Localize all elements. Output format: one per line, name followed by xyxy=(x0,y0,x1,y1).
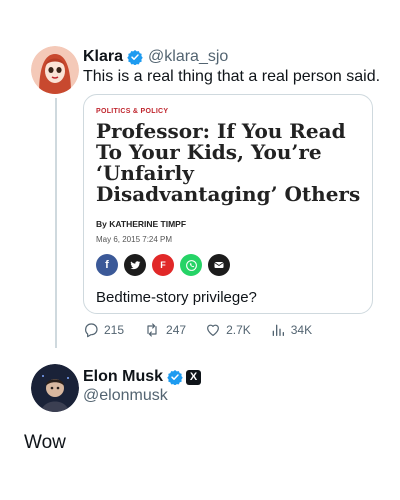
article-caption: Bedtime-story privilege? xyxy=(96,289,257,306)
email-icon xyxy=(208,254,230,276)
elon-avatar[interactable] xyxy=(31,364,79,412)
author-handle[interactable]: @klara_sjo xyxy=(148,48,228,66)
author-handle[interactable]: @elonmusk xyxy=(83,387,168,405)
tweet-action-bar: 215 247 2.7K 34K xyxy=(83,322,331,338)
reply-icon xyxy=(85,323,98,338)
tweet-text: Wow xyxy=(24,432,66,453)
article-date: May 6, 2015 7:24 PM xyxy=(96,235,173,244)
author-name[interactable]: Klara xyxy=(83,48,123,66)
klara-avatar[interactable] xyxy=(31,46,79,94)
tweet2-header: Elon Musk X xyxy=(83,367,202,387)
verified-badge-icon xyxy=(127,49,143,65)
article-category: POLITICS & POLICY xyxy=(96,108,169,115)
reply-count: 215 xyxy=(104,323,125,337)
views-chart-icon xyxy=(272,324,284,336)
article-headline: Professor: If You Read To Your Kids, You… xyxy=(96,119,361,206)
flipboard-icon: F xyxy=(152,254,174,276)
repost-icon xyxy=(147,323,157,337)
article-card[interactable]: POLITICS & POLICY Professor: If You Read… xyxy=(83,94,373,314)
repost-count: 247 xyxy=(166,323,187,337)
thread-connector-line xyxy=(55,98,57,348)
tweet-header: Klara @klara_sjo xyxy=(83,47,228,67)
share-icons-row: f F xyxy=(96,254,230,276)
reply-button[interactable]: 215 xyxy=(83,322,124,338)
heart-icon xyxy=(207,324,219,336)
views-button[interactable]: 34K xyxy=(270,322,312,338)
article-byline: By KATHERINE TIMPF xyxy=(96,219,187,229)
tweet-text: This is a real thing that a real person … xyxy=(83,68,381,85)
verified-badge-icon xyxy=(167,369,183,385)
x-affiliation-icon: X xyxy=(186,369,202,385)
whatsapp-icon xyxy=(180,254,202,276)
repost-button[interactable]: 247 xyxy=(143,322,186,338)
like-count: 2.7K xyxy=(226,323,251,337)
twitter-icon xyxy=(124,254,146,276)
like-button[interactable]: 2.7K xyxy=(205,322,251,338)
facebook-icon: f xyxy=(96,254,118,276)
author-name[interactable]: Elon Musk xyxy=(83,368,163,386)
view-count: 34K xyxy=(290,323,313,337)
